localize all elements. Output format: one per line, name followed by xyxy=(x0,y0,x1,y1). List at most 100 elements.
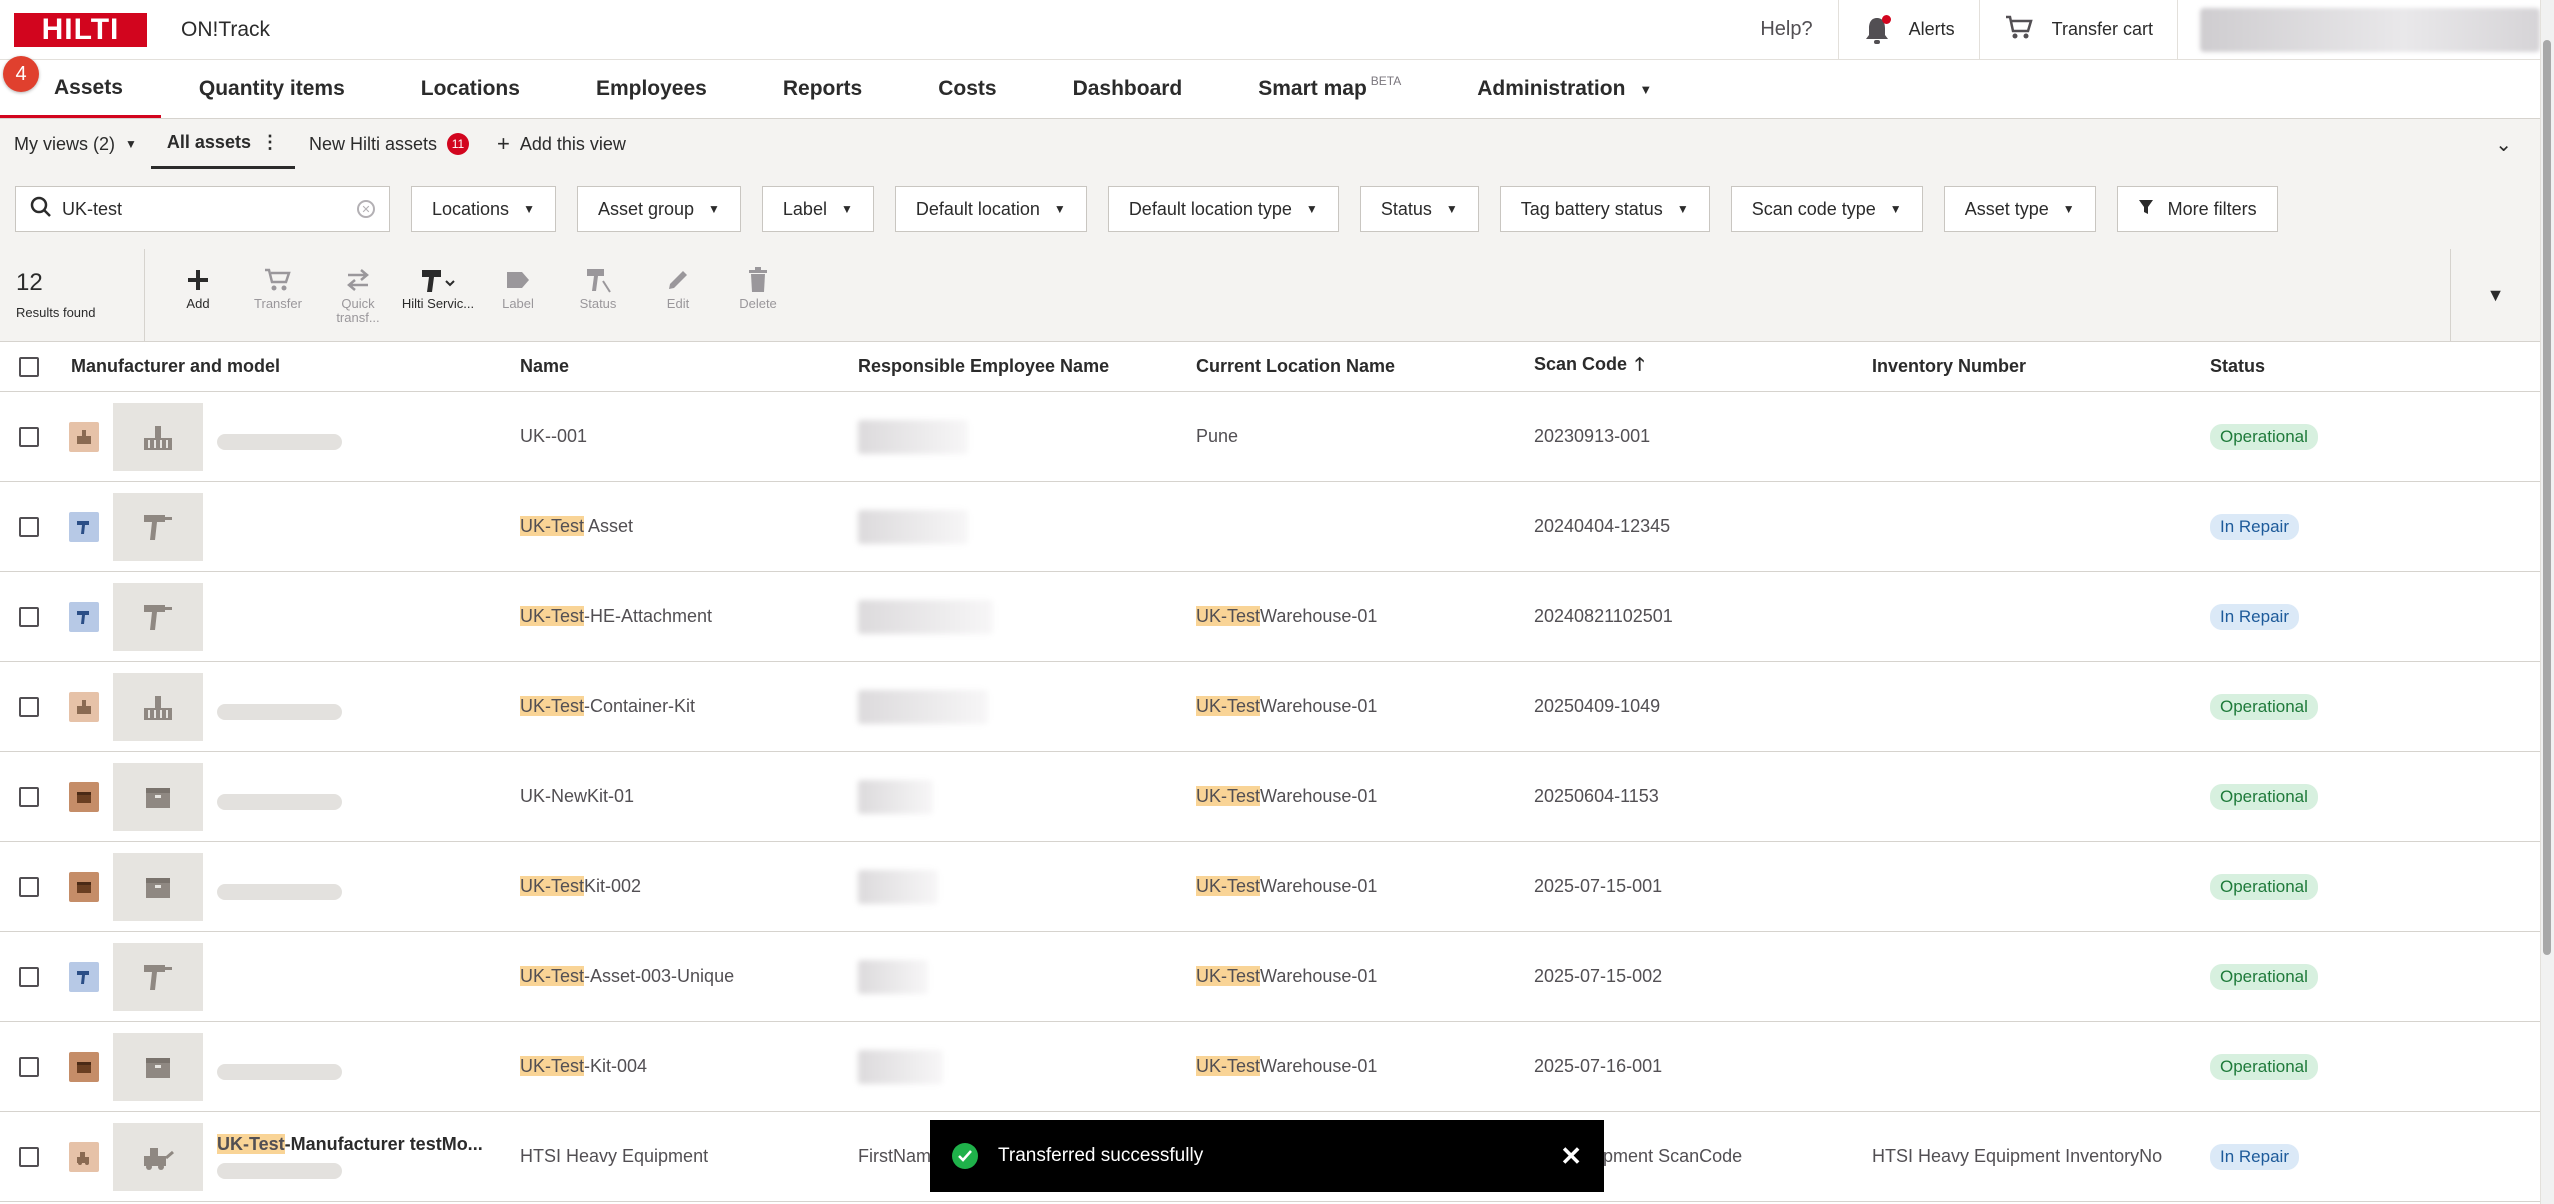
close-icon[interactable]: ✕ xyxy=(1560,1141,1582,1172)
kebab-menu-icon[interactable]: ⋮ xyxy=(261,132,279,153)
asset-thumbnail[interactable] xyxy=(113,942,203,1011)
asset-name-cell[interactable]: UK-Test Asset xyxy=(520,516,858,537)
tab-employees[interactable]: Employees xyxy=(558,60,745,118)
search-highlight: UK-Test xyxy=(1196,786,1261,806)
search-input[interactable] xyxy=(62,198,347,220)
col-header-inventory[interactable]: Inventory Number xyxy=(1872,356,2210,377)
user-profile-menu[interactable] xyxy=(2200,7,2540,52)
more-filters-button[interactable]: More filters xyxy=(2116,186,2278,232)
col-header-location[interactable]: Current Location Name xyxy=(1196,356,1534,377)
transfer-cart-button[interactable]: Transfer cart xyxy=(1980,0,2178,59)
row-checkbox[interactable] xyxy=(18,696,39,717)
filter-scan-code-type[interactable]: Scan code type ▼ xyxy=(1730,186,1923,232)
top-bar: HILTI ON!Track Help? Alerts Transfer car… xyxy=(0,0,2540,60)
table-row[interactable]: UK-Test-Kit-004 UK-TestWarehouse-01 2025-0… xyxy=(0,1022,2540,1112)
table-row[interactable]: UK-Test-HE-Attachment UK-TestWarehouse-01… xyxy=(0,572,2540,662)
table-row[interactable]: UK-Test Asset 20240404-12345 In Repair xyxy=(0,482,2540,572)
expand-actions-icon[interactable]: ▼ xyxy=(2450,249,2540,341)
tab-administration[interactable]: Administration ▼ xyxy=(1439,60,1690,118)
hilti-logo[interactable]: HILTI xyxy=(14,12,147,47)
help-link[interactable]: Help? xyxy=(1735,0,1839,59)
asset-thumbnail[interactable] xyxy=(113,582,203,651)
transfer-button[interactable]: Transfer xyxy=(238,249,318,341)
employee-name-redacted xyxy=(858,689,988,724)
my-views-dropdown[interactable]: My views (2) ▼ xyxy=(0,119,151,169)
table-row[interactable]: UK-TestKit-002 UK-TestWarehouse-01 2025-07… xyxy=(0,842,2540,932)
tab-quantity-items[interactable]: Quantity items xyxy=(161,60,383,118)
asset-thumbnail[interactable] xyxy=(113,852,203,921)
view-tab-new-hilti-assets[interactable]: New Hilti assets 11 xyxy=(295,119,483,169)
asset-thumbnail[interactable] xyxy=(113,1122,203,1191)
asset-thumbnail[interactable] xyxy=(113,492,203,561)
label-button[interactable]: Label xyxy=(478,249,558,341)
tab-reports[interactable]: Reports xyxy=(745,60,900,118)
tab-costs[interactable]: Costs xyxy=(900,60,1034,118)
asset-name-cell[interactable]: UK-Test-Container-Kit xyxy=(520,696,858,717)
filter-asset-group[interactable]: Asset group ▼ xyxy=(576,186,741,232)
inventory-number-cell: HTSI Heavy Equipment InventoryNo xyxy=(1872,1146,2163,1166)
view-tab-all-assets[interactable]: All assets ⋮ xyxy=(150,119,295,169)
check-circle-icon xyxy=(952,1143,978,1169)
row-checkbox[interactable] xyxy=(18,786,39,807)
asset-name-cell[interactable]: UK-TestKit-002 xyxy=(520,876,858,897)
asset-name-cell[interactable]: UK-NewKit-01 xyxy=(520,786,858,807)
col-header-status[interactable]: Status xyxy=(2210,356,2540,377)
asset-thumbnail[interactable] xyxy=(113,762,203,831)
row-checkbox-cell xyxy=(0,516,55,537)
quick-transfer-button[interactable]: Quick transf... xyxy=(318,249,398,341)
alerts-button[interactable]: Alerts xyxy=(1839,0,1980,59)
row-checkbox[interactable] xyxy=(18,1056,39,1077)
asset-name-cell[interactable]: UK-Test-Asset-003-Unique xyxy=(520,966,858,987)
asset-name-cell[interactable]: UK-Test-HE-Attachment xyxy=(520,606,858,627)
filter-locations[interactable]: Locations ▼ xyxy=(411,186,556,232)
asset-name-cell[interactable]: UK--001 xyxy=(520,426,858,447)
status-cell: Operational xyxy=(2210,423,2540,450)
row-checkbox[interactable] xyxy=(18,426,39,447)
chevron-down-icon[interactable]: ⌄ xyxy=(2495,119,2512,169)
status-button[interactable]: Status xyxy=(558,249,638,341)
col-header-employee[interactable]: Responsible Employee Name xyxy=(858,356,1196,377)
filter-default-location-type[interactable]: Default location type ▼ xyxy=(1107,186,1339,232)
table-row[interactable]: UK-Test-Asset-003-Unique UK-TestWarehouse… xyxy=(0,932,2540,1022)
scrollbar-thumb[interactable] xyxy=(2543,40,2551,955)
location-cell: Pune xyxy=(1196,426,1534,447)
row-checkbox[interactable] xyxy=(18,606,39,627)
asset-thumbnail[interactable] xyxy=(113,402,203,471)
status-badge: In Repair xyxy=(2210,513,2299,540)
asset-thumbnail[interactable] xyxy=(113,1032,203,1101)
plus-icon: + xyxy=(497,131,510,156)
page-scrollbar[interactable] xyxy=(2540,0,2554,1204)
col-header-manufacturer[interactable]: Manufacturer and model xyxy=(55,356,520,377)
filter-label: Default location xyxy=(915,198,1040,219)
row-checkbox[interactable] xyxy=(18,966,39,987)
edit-button[interactable]: Edit xyxy=(638,249,718,341)
tab-dashboard[interactable]: Dashboard xyxy=(1035,60,1221,118)
add-button[interactable]: Add xyxy=(158,249,238,341)
status-badge: Operational xyxy=(2210,1053,2318,1080)
table-row[interactable]: UK-NewKit-01 UK-TestWarehouse-01 20250604-… xyxy=(0,752,2540,842)
table-row[interactable]: UK-Test-Container-Kit UK-TestWarehouse-01… xyxy=(0,662,2540,752)
row-checkbox[interactable] xyxy=(18,1146,39,1167)
row-checkbox[interactable] xyxy=(18,516,39,537)
search-highlight: UK-Test xyxy=(520,1056,585,1076)
tab-locations[interactable]: Locations xyxy=(383,60,558,118)
add-view-button[interactable]: + Add this view xyxy=(483,119,640,169)
loading-placeholder xyxy=(217,793,342,810)
delete-button[interactable]: Delete xyxy=(718,249,798,341)
filter-default-location[interactable]: Default location ▼ xyxy=(894,186,1087,232)
row-checkbox[interactable] xyxy=(18,876,39,897)
filter-label[interactable]: Label ▼ xyxy=(761,186,874,232)
select-all-checkbox[interactable] xyxy=(18,356,39,377)
hilti-service-button[interactable]: Hilti Servic... xyxy=(398,249,478,341)
table-row[interactable]: UK--001 Pune 20230913-001 Operational xyxy=(0,392,2540,482)
filter-status[interactable]: Status ▼ xyxy=(1359,186,1479,232)
col-header-scan-code[interactable]: Scan Code 🡑 xyxy=(1534,352,1872,382)
tab-smart-map[interactable]: Smart map BETA xyxy=(1220,60,1439,118)
asset-thumbnail[interactable] xyxy=(113,672,203,741)
asset-name-cell[interactable]: HTSI Heavy Equipment xyxy=(520,1146,858,1167)
clear-search-icon[interactable]: ✕ xyxy=(357,200,375,218)
col-header-name[interactable]: Name xyxy=(520,356,858,377)
filter-asset-type[interactable]: Asset type ▼ xyxy=(1943,186,2096,232)
asset-name-cell[interactable]: UK-Test-Kit-004 xyxy=(520,1056,858,1077)
filter-tag-battery-status[interactable]: Tag battery status ▼ xyxy=(1499,186,1710,232)
